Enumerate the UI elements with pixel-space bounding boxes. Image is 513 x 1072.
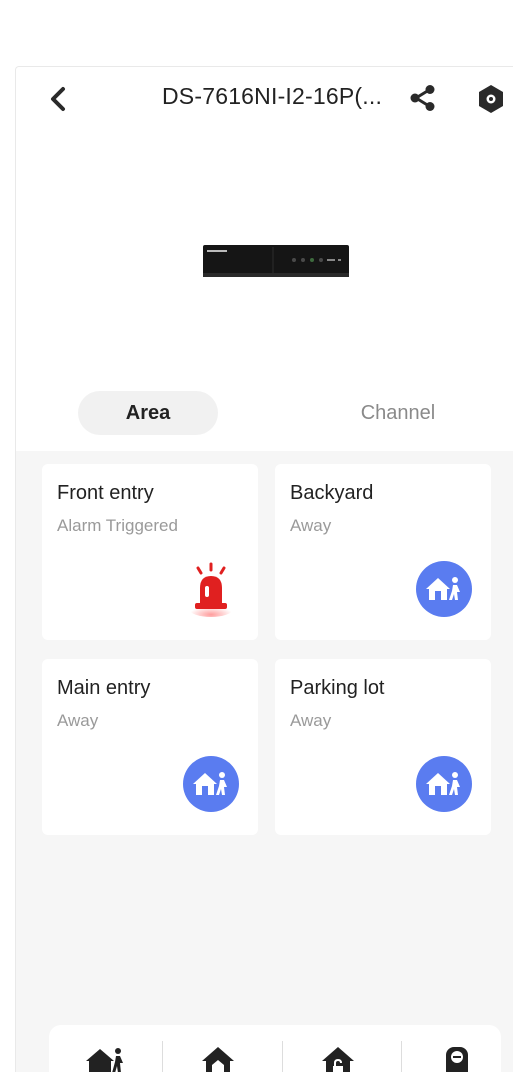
tab-area[interactable]: Area <box>78 391 218 435</box>
app-screen: DS-7616NI-I2-16P(... Area Channel Front … <box>15 66 513 1072</box>
area-status: Away <box>290 711 332 730</box>
page-title: DS-7616NI-I2-16P(... <box>162 83 383 109</box>
settings-button[interactable] <box>473 81 509 117</box>
away-arm-icon <box>416 561 472 617</box>
away-arm-icon <box>86 1048 123 1072</box>
disarm-all-button[interactable] <box>283 1039 393 1072</box>
tab-channel-label: Channel <box>360 401 436 424</box>
area-status: Away <box>57 711 99 730</box>
area-name: Front entry <box>57 482 154 504</box>
area-name: Backyard <box>290 482 374 504</box>
tab-bar: Area Channel <box>16 389 513 439</box>
clear-alarm-button[interactable] <box>402 1039 512 1072</box>
chevron-left-icon <box>51 87 65 111</box>
device-header-panel: DS-7616NI-I2-16P(... Area Channel <box>16 67 513 451</box>
clear-alarm-icon <box>446 1047 468 1072</box>
away-arm-icon <box>183 756 239 812</box>
stay-arm-all-button[interactable] <box>163 1039 273 1072</box>
bottom-action-bar <box>49 1025 501 1072</box>
gear-icon <box>479 85 503 113</box>
away-arm-all-button[interactable] <box>49 1039 159 1072</box>
back-button[interactable] <box>40 81 76 117</box>
nvr-device-image <box>203 245 349 277</box>
share-icon <box>410 85 435 111</box>
area-status: Alarm Triggered <box>57 516 178 535</box>
tab-channel[interactable]: Channel <box>328 391 468 435</box>
area-card-backyard[interactable]: Backyard Away <box>275 464 491 640</box>
disarm-icon <box>322 1047 354 1072</box>
area-name: Main entry <box>57 677 151 699</box>
area-status: Away <box>290 516 332 535</box>
area-card-front-entry[interactable]: Front entry Alarm Triggered <box>42 464 258 640</box>
away-arm-icon <box>416 756 472 812</box>
alarm-siren-icon <box>189 562 233 617</box>
area-card-parking-lot[interactable]: Parking lot Away <box>275 659 491 835</box>
navigation-bar: DS-7616NI-I2-16P(... <box>16 67 513 129</box>
share-button[interactable] <box>406 81 440 115</box>
area-name: Parking lot <box>290 677 385 699</box>
stay-arm-icon <box>202 1047 234 1072</box>
tab-area-label: Area <box>125 401 171 424</box>
area-card-main-entry[interactable]: Main entry Away <box>42 659 258 835</box>
